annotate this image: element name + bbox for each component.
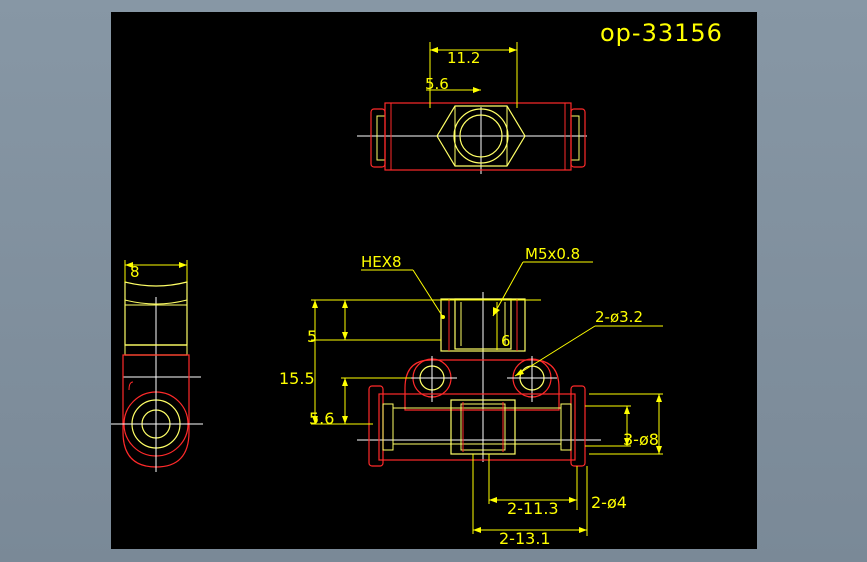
cad-drawing: op-33156 11.2 5.6 8 HEX8 M5x0.8 2-ø3.2 5… — [111, 19, 723, 548]
label-thread: M5x0.8 — [525, 245, 580, 263]
top-view — [357, 102, 587, 174]
dim-15-5: 15.5 — [279, 369, 315, 388]
dim-top-half: 5.6 — [425, 75, 449, 93]
dim-side-width: 8 — [130, 263, 140, 281]
top-left-cap — [370, 108, 386, 168]
label-hex: HEX8 — [361, 253, 402, 271]
dim-len-13-1: 2-13.1 — [499, 529, 551, 548]
top-right-collet — [570, 115, 580, 161]
drawing-title: op-33156 — [600, 19, 723, 47]
cad-viewport[interactable]: op-33156 11.2 5.6 8 HEX8 M5x0.8 2-ø3.2 5… — [111, 12, 757, 549]
dim-6: 6 — [501, 332, 511, 350]
dim-5: 5 — [307, 327, 317, 346]
dim-port-dia: 2-ø4 — [591, 493, 627, 512]
top-right-cap — [570, 108, 586, 168]
top-left-collet — [376, 115, 386, 161]
dim-top-width: 11.2 — [447, 49, 480, 67]
label-holes: 2-ø3.2 — [595, 308, 643, 326]
dim-len-11-3: 2-11.3 — [507, 499, 559, 518]
top-dimensions: 11.2 5.6 — [425, 42, 518, 108]
dim-5-6: 5.6 — [309, 409, 334, 428]
dim-tube-dia: 3-ø8 — [623, 430, 659, 449]
side-dimensions: 8 — [124, 260, 188, 282]
front-dimensions: HEX8 M5x0.8 2-ø3.2 5 15.5 5.6 6 3-ø8 2-ø… — [279, 245, 663, 548]
front-view — [357, 292, 601, 467]
side-view — [111, 281, 203, 472]
front-mount — [404, 359, 560, 411]
